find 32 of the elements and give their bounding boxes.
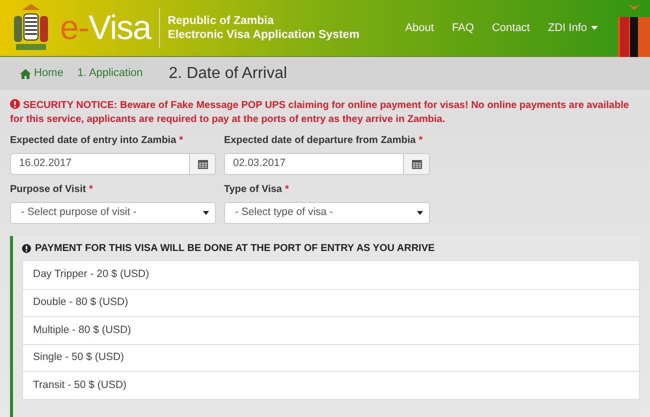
calendar-icon	[198, 159, 208, 169]
page-title: 2. Date of Arrival	[168, 64, 288, 84]
home-link[interactable]: Home	[20, 65, 64, 82]
panel-heading: PAYMENT FOR THIS VISA WILL BE DONE AT THE PORT OF ENTRY AS YOU ARRIVE	[35, 242, 435, 256]
nav-dropdown[interactable]: ZDI Info	[548, 20, 598, 36]
visa-option[interactable]: Double - 80 $ (USD)	[23, 288, 639, 316]
alert-icon	[22, 244, 31, 252]
visa-option[interactable]: Day Tripper - 20 $ (USD)	[23, 261, 639, 289]
field-label: Expected date of departure from Zambia *	[224, 134, 424, 148]
logo-text: e-Visa	[60, 11, 151, 45]
field-label: Type of Visa *	[224, 183, 290, 197]
site-title: Republic of Zambia	[168, 14, 275, 28]
visa-option[interactable]: Single - 50 $ (USD)	[23, 344, 639, 372]
field-label: Expected date of entry into Zambia *	[10, 134, 184, 148]
site-title: Electronic Visa Application System	[168, 28, 360, 42]
caret-icon	[417, 211, 423, 215]
calendar-button[interactable]	[404, 153, 430, 175]
select-field[interactable]: - Select purpose of visit -	[10, 202, 216, 224]
calendar-button[interactable]	[190, 153, 216, 175]
breadcrumb-link[interactable]: 1. Application	[77, 65, 143, 82]
calendar-icon	[412, 159, 422, 169]
home-icon	[20, 68, 31, 78]
alert-icon	[10, 99, 20, 109]
field-label: Purpose of Visit *	[10, 183, 94, 197]
caret-icon	[203, 211, 209, 215]
visa-option[interactable]: Multiple - 80 $ (USD)	[23, 316, 639, 344]
caret-icon	[591, 26, 598, 30]
security-notice: SECURITY NOTICE: Beware of Fake Message POP UPS claiming for online payment for visas! No online payments are available for this service, applicants are required to pay at the ports of entry as they arrive in Zambia.	[10, 99, 630, 127]
date-field[interactable]: 02.03.2017	[224, 153, 404, 175]
date-field[interactable]: 16.02.2017	[10, 153, 190, 175]
select-field[interactable]: - Select type of visa -	[224, 202, 430, 224]
visa-option[interactable]: Transit - 50 $ (USD)	[23, 371, 639, 399]
